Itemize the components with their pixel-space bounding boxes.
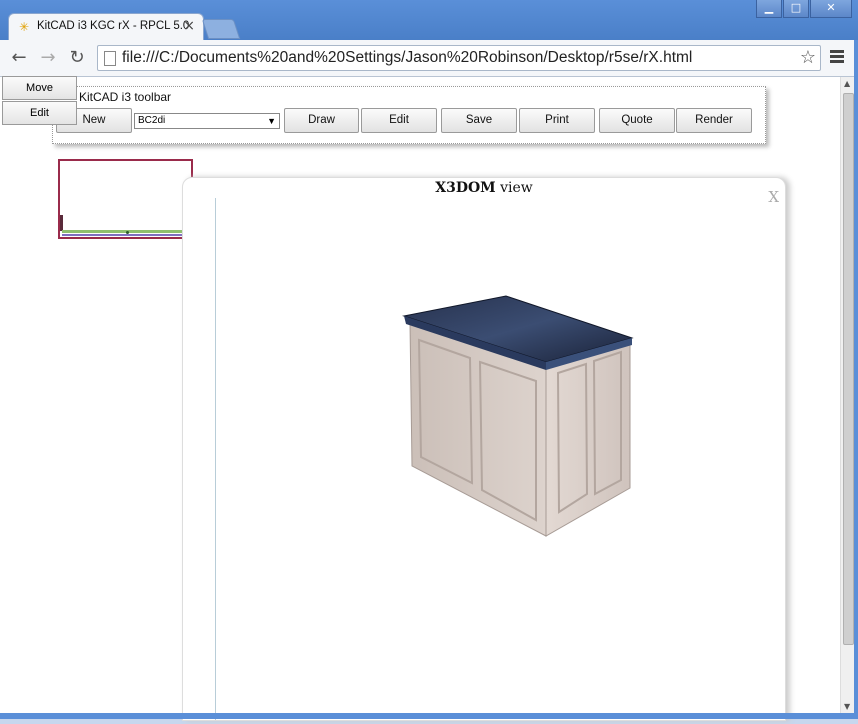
context-menu: Move Edit xyxy=(2,76,77,126)
back-arrow-icon[interactable]: ← xyxy=(8,47,30,69)
page-scrollbar[interactable]: ▲ ▼ xyxy=(840,77,855,713)
floor-plan-thumbnail[interactable] xyxy=(58,159,193,239)
forward-arrow-icon[interactable]: → xyxy=(37,47,59,69)
dialog-title-bold: X3DOM xyxy=(435,180,496,196)
edit-button[interactable]: Edit xyxy=(361,108,437,133)
cabinet-type-select[interactable]: BC2di ▼ xyxy=(134,113,280,129)
maximize-button[interactable]: □ xyxy=(783,0,809,18)
kitcad-favicon-icon: ✳ xyxy=(19,20,30,34)
save-button[interactable]: Save xyxy=(441,108,517,133)
window-close-button[interactable]: ✕ xyxy=(810,0,852,18)
plan-base-line xyxy=(62,234,192,236)
scroll-up-arrow-icon[interactable]: ▲ xyxy=(844,79,850,88)
kitcad-toolbar-title: KitCAD i3 toolbar xyxy=(79,90,172,104)
url-text[interactable]: file:///C:/Documents%20and%20Settings/Ja… xyxy=(122,49,692,67)
x3dom-view-dialog: X3DOM view X xyxy=(182,177,786,721)
tab-close-icon[interactable]: × xyxy=(183,18,195,34)
cabinet-3d-render xyxy=(402,295,634,537)
kitcad-toolbar: KitCAD i3 toolbar New BC2di ▼ Draw Edit … xyxy=(52,86,766,144)
dialog-title: X3DOM view xyxy=(183,178,785,198)
scroll-thumb[interactable] xyxy=(843,93,854,645)
window-controls: ▁ □ ✕ xyxy=(755,0,852,18)
context-menu-edit[interactable]: Edit xyxy=(2,101,77,125)
browser-tab[interactable]: ✳ KitCAD i3 KGC rX - RPCL 5.0 × xyxy=(8,13,204,40)
window-frame-right xyxy=(854,40,858,719)
page-icon xyxy=(104,51,116,66)
cabinet-type-value: BC2di xyxy=(138,115,166,126)
address-bar[interactable]: file:///C:/Documents%20and%20Settings/Ja… xyxy=(97,45,821,71)
browser-titlebar: ✳ KitCAD i3 KGC rX - RPCL 5.0 × ▁ □ ✕ xyxy=(0,0,858,40)
chrome-menu-icon[interactable] xyxy=(830,50,844,65)
reload-icon[interactable]: ↻ xyxy=(66,47,88,69)
plan-wall-segment xyxy=(60,215,63,231)
context-menu-move[interactable]: Move xyxy=(2,76,77,100)
bookmark-star-icon[interactable]: ☆ xyxy=(800,47,816,68)
dropdown-arrow-icon: ▼ xyxy=(267,116,276,126)
minimize-button[interactable]: ▁ xyxy=(756,0,782,18)
quote-button[interactable]: Quote xyxy=(599,108,675,133)
plan-point xyxy=(126,231,129,234)
render-button[interactable]: Render xyxy=(676,108,752,133)
print-button[interactable]: Print xyxy=(519,108,595,133)
scroll-down-arrow-icon[interactable]: ▼ xyxy=(844,702,850,711)
browser-toolbar: ← → ↻ file:///C:/Documents%20and%20Setti… xyxy=(0,40,858,77)
dialog-title-rest: view xyxy=(495,180,533,196)
tab-title: KitCAD i3 KGC rX - RPCL 5.0 xyxy=(37,20,190,32)
new-tab-button[interactable] xyxy=(201,19,241,39)
x3d-canvas[interactable] xyxy=(215,198,786,720)
window-frame-bottom xyxy=(0,713,858,719)
draw-button[interactable]: Draw xyxy=(284,108,359,133)
